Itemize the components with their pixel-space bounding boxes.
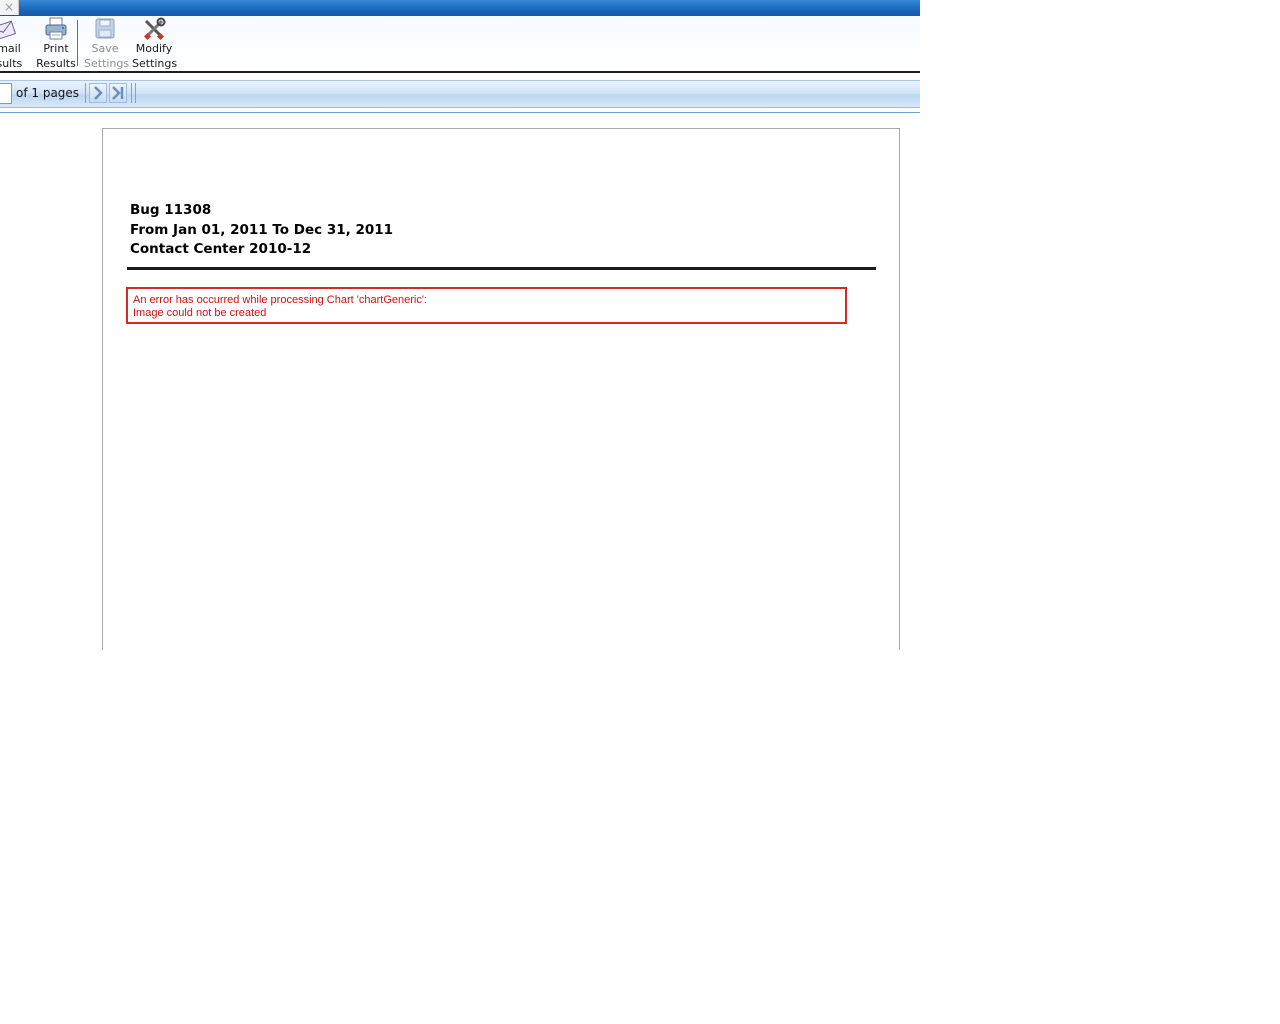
pager-bar: of 1 pages [0,80,920,108]
error-text-line2: Image could not be created [133,307,267,319]
save-settings-button[interactable]: Save Settings [84,16,130,71]
chevron-right-icon [90,86,106,106]
page-number-input[interactable] [0,83,12,104]
pager-bottom-border [0,112,920,113]
email-label-line1: mail [0,42,21,55]
report-subtitle: Contact Center 2010-12 [130,241,312,257]
print-label-line1: Print [43,42,69,55]
pager-separator [131,83,132,103]
report-header: Bug 11308 From Jan 01, 2011 To Dec 31, 2… [130,201,393,260]
close-button[interactable]: × [0,0,19,15]
close-icon: × [3,0,15,14]
save-label-line1: Save [91,42,119,55]
save-label-line2: Settings [84,57,130,70]
modify-label-line1: Modify [135,42,173,55]
page-count-label: of 1 pages [16,86,80,100]
error-text-line1: An error has occurred while processing C… [133,294,427,306]
printer-icon [36,17,76,41]
last-page-icon [110,86,126,106]
pager-separator [85,83,86,103]
next-page-button[interactable] [89,83,107,103]
header-divider [127,267,876,270]
envelope-icon [0,17,26,42]
report-viewer-window: × mail esults [0,0,920,650]
tools-icon [132,17,176,41]
pager-separator [135,83,136,103]
last-page-button[interactable] [109,83,127,103]
report-date-range: From Jan 01, 2011 To Dec 31, 2011 [130,221,394,238]
toolbar-separator [77,20,78,66]
report-page: Bug 11308 From Jan 01, 2011 To Dec 31, 2… [102,128,900,650]
print-label-line2: Results [36,57,76,70]
chart-error-message: An error has occurred while processing C… [126,287,847,324]
report-title: Bug 11308 [130,202,212,218]
floppy-disk-icon [84,17,126,41]
toolbar: mail esults Print Results [0,16,920,73]
email-label-line2: esults [0,57,23,70]
print-results-button[interactable]: Print Results [36,16,76,71]
email-results-button[interactable]: mail esults [0,16,26,71]
title-bar: × [0,0,920,16]
modify-settings-button[interactable]: Modify Settings [132,16,178,71]
modify-label-line2: Settings [132,57,178,70]
